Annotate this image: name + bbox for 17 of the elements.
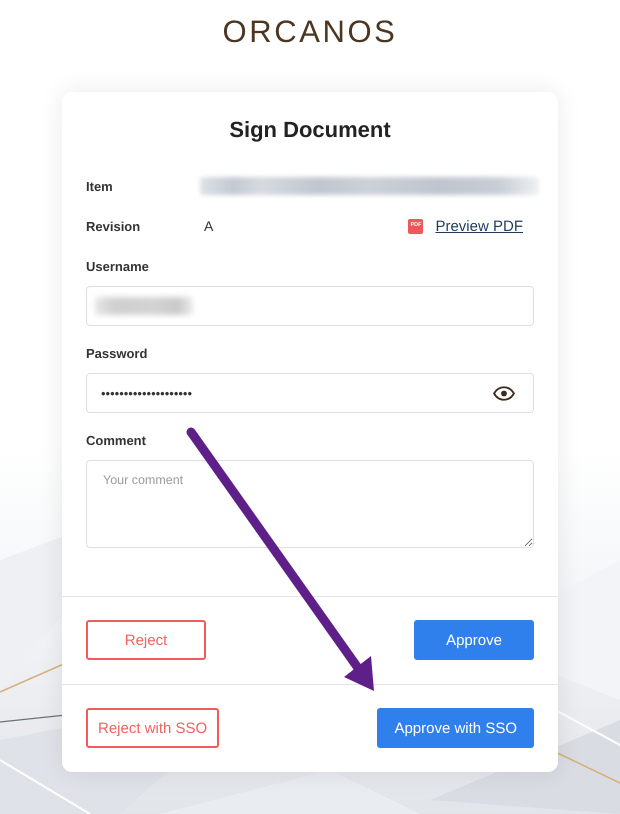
username-field[interactable] (86, 286, 534, 326)
preview-link[interactable]: Preview PDF (435, 218, 523, 234)
reject-button[interactable]: Reject (86, 620, 206, 660)
detail-label: Item (86, 178, 114, 194)
field-label: Username (86, 258, 150, 276)
field-label: Password (86, 345, 148, 363)
eye-icon[interactable] (493, 386, 515, 400)
comment-field[interactable]: Your comment (86, 460, 534, 548)
approve-button[interactable]: Approve with SSO (377, 708, 534, 748)
dialog-title: Sign Document (228, 116, 392, 144)
detail-label: Revision (86, 218, 142, 234)
field-label: Comment (86, 432, 147, 450)
logo: ORCANOS (222, 15, 398, 49)
detail-value: A (204, 218, 214, 234)
reject-button[interactable]: Reject with SSO (86, 708, 220, 748)
approve-button[interactable]: Approve (414, 620, 534, 660)
password-field[interactable]: •••••••••••••••••••• (86, 373, 534, 413)
